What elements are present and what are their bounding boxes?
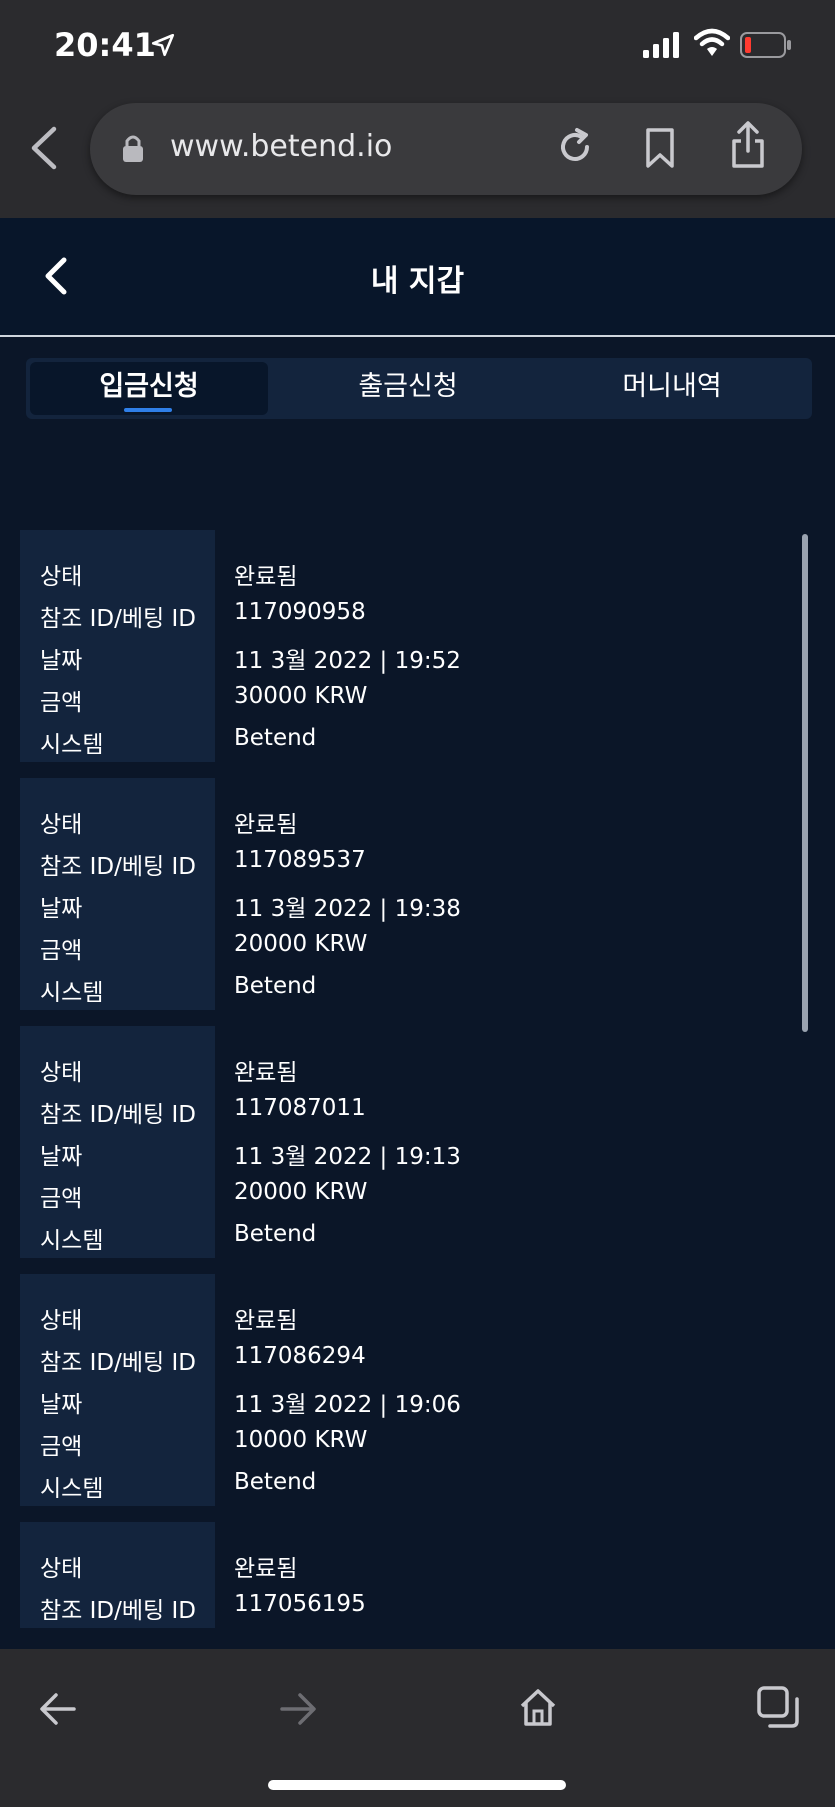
reference-value: 117056195: [234, 1591, 366, 1617]
tab-withdraw[interactable]: 출금신청: [276, 362, 540, 415]
reference-label: 참조 ID/베팅 ID: [40, 854, 196, 880]
battery-icon: [740, 32, 791, 58]
browser-toolbar: www.betend.io: [0, 95, 835, 218]
status-time: 20:41: [54, 26, 156, 64]
amount-value: 10000 KRW: [234, 1427, 368, 1453]
back-arrow-icon[interactable]: [38, 1691, 78, 1727]
chevron-left-icon[interactable]: [28, 125, 60, 171]
tab-withdraw-label: 출금신청: [358, 371, 458, 402]
reference-value: 117089537: [234, 847, 366, 873]
amount-value: 20000 KRW: [234, 931, 368, 957]
tabs-icon[interactable]: [756, 1685, 800, 1729]
wifi-icon: [694, 28, 730, 56]
share-icon[interactable]: [730, 121, 766, 169]
bookmark-icon[interactable]: [644, 127, 676, 169]
reload-icon[interactable]: [555, 127, 595, 167]
status-label: 상태: [40, 1308, 83, 1334]
status-label: 상태: [40, 1556, 83, 1582]
back-chevron-icon[interactable]: [42, 256, 70, 296]
system-label: 시스템: [40, 1228, 104, 1254]
reference-label: 참조 ID/베팅 ID: [40, 1102, 196, 1128]
date-value: 11 3월 2022 | 19:13: [234, 1144, 461, 1170]
date-value: 11 3월 2022 | 19:38: [234, 896, 461, 922]
system-value: Betend: [234, 1469, 317, 1495]
reference-value: 117090958: [234, 599, 366, 625]
status-value: 완료됨: [234, 1556, 298, 1582]
lock-icon: [123, 135, 143, 162]
transaction-card: 상태 완료됨 참조 ID/베팅 ID 117090958 날짜 11 3월 20…: [20, 530, 800, 762]
amount-label: 금액: [40, 1186, 83, 1212]
app-header: 내 지갑: [0, 218, 835, 337]
tab-deposit[interactable]: 입금신청: [30, 362, 268, 415]
status-label: 상태: [40, 812, 83, 838]
transaction-card: 상태 완료됨 참조 ID/베팅 ID 117089537 날짜 11 3월 20…: [20, 778, 800, 1010]
url-text: www.betend.io: [170, 129, 393, 164]
forward-arrow-icon[interactable]: [278, 1691, 318, 1727]
status-label: 상태: [40, 564, 83, 590]
tab-money-history[interactable]: 머니내역: [540, 362, 804, 415]
home-icon[interactable]: [518, 1687, 558, 1727]
home-indicator: [268, 1780, 566, 1790]
date-value: 11 3월 2022 | 19:52: [234, 648, 461, 674]
reference-value: 117086294: [234, 1343, 366, 1369]
status-bar: 20:41: [0, 0, 835, 95]
active-tab-indicator: [124, 408, 172, 412]
amount-label: 금액: [40, 1434, 83, 1460]
system-value: Betend: [234, 1221, 317, 1247]
address-bar[interactable]: www.betend.io: [90, 103, 802, 195]
reference-label: 참조 ID/베팅 ID: [40, 606, 196, 632]
status-value: 완료됨: [234, 564, 298, 590]
status-value: 완료됨: [234, 1308, 298, 1334]
system-value: Betend: [234, 973, 317, 999]
list-scrollbar[interactable]: [802, 534, 808, 1032]
amount-label: 금액: [40, 938, 83, 964]
tab-deposit-label: 입금신청: [99, 371, 199, 402]
transaction-card: 상태 완료됨 참조 ID/베팅 ID 117056195: [20, 1522, 800, 1628]
status-value: 완료됨: [234, 1060, 298, 1086]
signal-icon: [643, 32, 679, 58]
date-value: 11 3월 2022 | 19:06: [234, 1392, 461, 1418]
date-label: 날짜: [40, 1392, 83, 1418]
reference-value: 117087011: [234, 1095, 366, 1121]
reference-label: 참조 ID/베팅 ID: [40, 1598, 196, 1624]
transaction-card: 상태 완료됨 참조 ID/베팅 ID 117087011 날짜 11 3월 20…: [20, 1026, 800, 1258]
date-label: 날짜: [40, 1144, 83, 1170]
wallet-tabs: 입금신청 출금신청 머니내역: [26, 358, 812, 419]
system-value: Betend: [234, 725, 317, 751]
transaction-list: 상태 완료됨 참조 ID/베팅 ID 117090958 날짜 11 3월 20…: [20, 530, 800, 1644]
transaction-card: 상태 완료됨 참조 ID/베팅 ID 117086294 날짜 11 3월 20…: [20, 1274, 800, 1506]
browser-bottom-toolbar: [0, 1649, 835, 1807]
system-label: 시스템: [40, 980, 104, 1006]
amount-label: 금액: [40, 690, 83, 716]
system-label: 시스템: [40, 732, 104, 758]
reference-label: 참조 ID/베팅 ID: [40, 1350, 196, 1376]
tab-money-history-label: 머니내역: [622, 371, 722, 402]
status-value: 완료됨: [234, 812, 298, 838]
system-label: 시스템: [40, 1476, 104, 1502]
page-title: 내 지갑: [370, 264, 465, 299]
location-arrow-icon: [151, 33, 175, 57]
status-label: 상태: [40, 1060, 83, 1086]
amount-value: 20000 KRW: [234, 1179, 368, 1205]
date-label: 날짜: [40, 648, 83, 674]
date-label: 날짜: [40, 896, 83, 922]
amount-value: 30000 KRW: [234, 683, 368, 709]
